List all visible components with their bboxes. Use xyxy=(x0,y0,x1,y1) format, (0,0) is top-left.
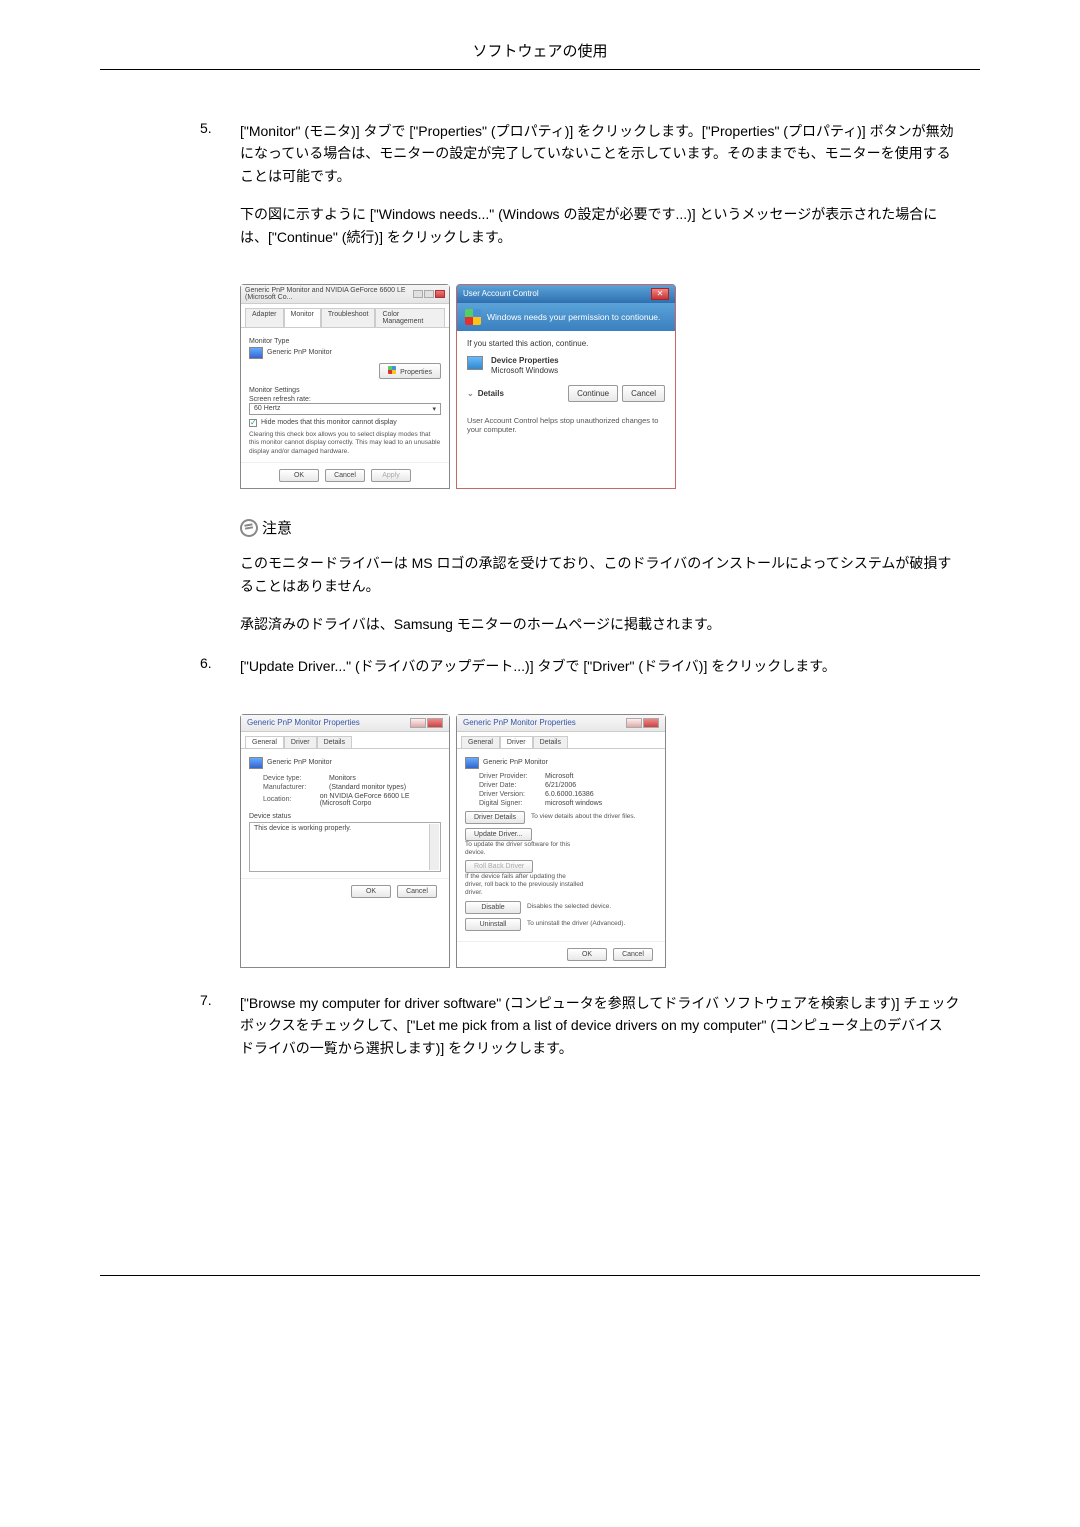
note-text2: 承認済みのドライバは、Samsung モニターのホームページに掲載されます。 xyxy=(240,613,960,635)
step-5: 5. ["Monitor" (モニタ)] タブで ["Properties" (… xyxy=(200,120,960,264)
uac-device-properties: Device Properties xyxy=(491,356,559,366)
rollback-driver-button[interactable]: Roll Back Driver xyxy=(465,860,533,873)
ok-button[interactable]: OK xyxy=(567,948,607,961)
uac-shield-icon xyxy=(465,309,481,325)
uac-title: User Account Control xyxy=(463,289,539,298)
cancel-button[interactable]: Cancel xyxy=(325,469,365,482)
monitor-icon xyxy=(465,757,479,769)
monitor-name: Generic PnP Monitor xyxy=(483,759,548,766)
step5-text1: ["Monitor" (モニタ)] タブで ["Properties" (プロパ… xyxy=(240,120,960,187)
refresh-rate-label: Screen refresh rate: xyxy=(249,396,441,403)
step-num-5: 5. xyxy=(200,120,240,264)
uac-shield-icon xyxy=(388,366,396,374)
step6-text1: ["Update Driver..." (ドライバのアップデート...)] タブ… xyxy=(240,655,960,677)
apply-button[interactable]: Apply xyxy=(371,469,411,482)
refresh-rate-dropdown[interactable]: 60 Hertz ▾ xyxy=(249,403,441,415)
properties-button[interactable]: Properties xyxy=(379,363,441,379)
dialog-title: Generic PnP Monitor Properties xyxy=(247,718,360,727)
monitor-name: Generic PnP Monitor xyxy=(267,349,332,356)
dialog-title: Generic PnP Monitor and NVIDIA GeForce 6… xyxy=(245,287,413,301)
monitor-icon xyxy=(249,757,263,769)
note-icon xyxy=(239,517,260,538)
cancel-button[interactable]: Cancel xyxy=(397,885,437,898)
chevron-down-icon: ⌄ xyxy=(467,389,474,398)
disable-button[interactable]: Disable xyxy=(465,901,521,914)
tab-general[interactable]: General xyxy=(245,736,284,748)
dialog-title: Generic PnP Monitor Properties xyxy=(463,718,576,727)
step-num-7: 7. xyxy=(200,992,240,1075)
uac-footer-note: User Account Control helps stop unauthor… xyxy=(457,410,675,442)
uac-ms-windows: Microsoft Windows xyxy=(491,366,559,376)
step7-text1: ["Browse my computer for driver software… xyxy=(240,992,960,1059)
close-icon[interactable] xyxy=(427,718,443,728)
scrollbar[interactable] xyxy=(429,824,439,870)
monitor-icon xyxy=(249,347,263,359)
monitor-settings-label: Monitor Settings xyxy=(249,387,441,394)
ok-button[interactable]: OK xyxy=(279,469,319,482)
step5-text2: 下の図に示すように ["Windows needs..." (Windows の… xyxy=(240,203,960,248)
page-footer-divider xyxy=(100,1275,980,1276)
help-icon[interactable] xyxy=(410,718,426,728)
update-driver-button[interactable]: Update Driver... xyxy=(465,828,532,841)
tab-driver[interactable]: Driver xyxy=(284,736,317,748)
close-icon[interactable]: ✕ xyxy=(651,288,669,300)
uninstall-button[interactable]: Uninstall xyxy=(465,918,521,931)
tab-general[interactable]: General xyxy=(461,736,500,748)
uac-if-started: If you started this action, continue. xyxy=(467,339,665,348)
driver-details-button[interactable]: Driver Details xyxy=(465,811,525,824)
monitor-props-driver-dialog: Generic PnP Monitor Properties General D… xyxy=(456,714,666,968)
device-status-label: Device status xyxy=(249,813,441,820)
hide-modes-hint: Clearing this check box allows you to se… xyxy=(249,431,441,456)
help-icon[interactable] xyxy=(626,718,642,728)
continue-button[interactable]: Continue xyxy=(568,385,618,402)
close-icon[interactable] xyxy=(643,718,659,728)
cancel-button[interactable]: Cancel xyxy=(622,385,665,402)
tab-adapter[interactable]: Adapter xyxy=(245,308,284,327)
tab-monitor[interactable]: Monitor xyxy=(284,308,321,327)
uac-dialog: User Account Control ✕ Windows needs you… xyxy=(456,284,676,489)
details-toggle[interactable]: ⌄ Details xyxy=(467,389,504,398)
step-7: 7. ["Browse my computer for driver softw… xyxy=(200,992,960,1075)
chevron-down-icon: ▾ xyxy=(432,405,436,413)
close-icon[interactable] xyxy=(435,290,445,298)
screenshot-row-2: Generic PnP Monitor Properties General D… xyxy=(240,714,960,968)
step-6: 6. ["Update Driver..." (ドライバのアップデート...)]… xyxy=(200,655,960,693)
tab-details[interactable]: Details xyxy=(533,736,568,748)
ok-button[interactable]: OK xyxy=(351,885,391,898)
device-status-box: This device is working properly. xyxy=(249,822,441,872)
monitor-properties-dialog: Generic PnP Monitor and NVIDIA GeForce 6… xyxy=(240,284,450,489)
page-title: ソフトウェアの使用 xyxy=(472,43,607,60)
monitor-props-general-dialog: Generic PnP Monitor Properties General D… xyxy=(240,714,450,968)
monitor-name: Generic PnP Monitor xyxy=(267,759,332,766)
monitor-type-label: Monitor Type xyxy=(249,338,441,345)
maximize-icon[interactable] xyxy=(424,290,434,298)
tab-details[interactable]: Details xyxy=(317,736,352,748)
note-text1: このモニタードライバーは MS ロゴの承認を受けており、このドライバのインストー… xyxy=(240,552,960,597)
tab-driver[interactable]: Driver xyxy=(500,736,533,748)
note-label: 注意 xyxy=(262,517,292,538)
uac-banner-text: Windows needs your permission to contion… xyxy=(487,312,660,322)
hide-modes-checkbox[interactable] xyxy=(249,419,257,427)
note-section: 注意 このモニタードライバーは MS ロゴの承認を受けており、このドライバのイン… xyxy=(240,517,960,635)
tab-color-management[interactable]: Color Management xyxy=(375,308,445,327)
minimize-icon[interactable] xyxy=(413,290,423,298)
hide-modes-label: Hide modes that this monitor cannot disp… xyxy=(261,419,397,426)
dialog-titlebar: Generic PnP Monitor and NVIDIA GeForce 6… xyxy=(241,285,449,304)
device-icon xyxy=(467,356,483,370)
page-header: ソフトウェアの使用 xyxy=(100,40,980,70)
tab-troubleshoot[interactable]: Troubleshoot xyxy=(321,308,376,327)
cancel-button[interactable]: Cancel xyxy=(613,948,653,961)
screenshot-row-1: Generic PnP Monitor and NVIDIA GeForce 6… xyxy=(240,284,960,489)
step-num-6: 6. xyxy=(200,655,240,693)
